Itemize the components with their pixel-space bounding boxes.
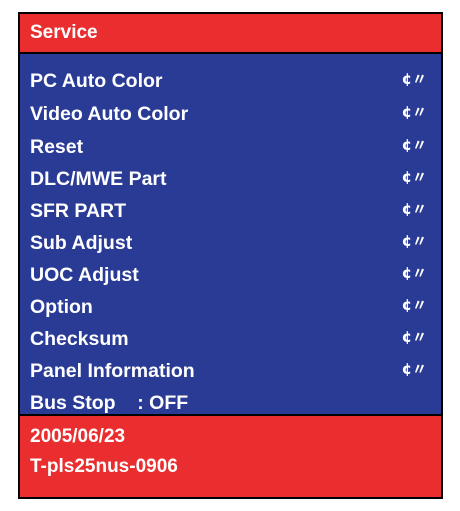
menu-item-panel-information[interactable]: Panel Information ¢〃 — [20, 357, 441, 389]
submenu-arrow-icon: ¢〃 — [401, 296, 427, 314]
submenu-arrow-icon: ¢〃 — [401, 200, 427, 218]
menu-item-label: Video Auto Color — [30, 103, 189, 125]
menu-item-label: Sub Adjust — [30, 232, 133, 254]
menu-item-label: SFR PART — [30, 200, 127, 222]
menu-item-label: Option — [30, 296, 93, 318]
submenu-arrow-icon: ¢〃 — [401, 136, 427, 154]
menu-item-label: DLC/MWE Part — [30, 168, 167, 190]
menu-item-label: UOC Adjust — [30, 264, 139, 286]
submenu-arrow-icon: ¢〃 — [401, 103, 427, 121]
menu-item-pc-auto-color[interactable]: PC Auto Color ¢〃 — [20, 67, 441, 100]
submenu-arrow-icon: ¢〃 — [401, 168, 427, 186]
submenu-arrow-icon: ¢〃 — [401, 70, 427, 88]
firmware-version: T-pls25nus-0906 — [30, 456, 178, 477]
menu-item-label: Panel Information — [30, 360, 195, 382]
menu-title: Service — [30, 22, 98, 43]
firmware-date: 2005/06/23 — [30, 426, 126, 447]
menu-item-checksum[interactable]: Checksum ¢〃 — [20, 325, 441, 357]
submenu-arrow-icon: ¢〃 — [401, 264, 427, 282]
submenu-arrow-icon: ¢〃 — [401, 232, 427, 250]
submenu-arrow-icon: ¢〃 — [401, 360, 427, 378]
menu-item-reset[interactable]: Reset ¢〃 — [20, 133, 441, 165]
menu-header: Service — [20, 14, 441, 54]
menu-item-option[interactable]: Option ¢〃 — [20, 293, 441, 325]
menu-item-label: Bus Stop : OFF — [30, 392, 189, 414]
menu-item-label: PC Auto Color — [30, 70, 163, 92]
menu-item-video-auto-color[interactable]: Video Auto Color ¢〃 — [20, 100, 441, 133]
menu-item-sfr-part[interactable]: SFR PART ¢〃 — [20, 197, 441, 229]
submenu-arrow-icon: ¢〃 — [401, 328, 427, 346]
menu-item-label: Reset — [30, 136, 84, 158]
menu-list: PC Auto Color ¢〃 Video Auto Color ¢〃 Res… — [20, 67, 441, 421]
menu-item-label: Checksum — [30, 328, 129, 350]
menu-item-sub-adjust[interactable]: Sub Adjust ¢〃 — [20, 229, 441, 261]
menu-item-uoc-adjust[interactable]: UOC Adjust ¢〃 — [20, 261, 441, 293]
menu-item-dlc-mwe-part[interactable]: DLC/MWE Part ¢〃 — [20, 165, 441, 197]
menu-footer: 2005/06/23 T-pls25nus-0906 — [20, 414, 441, 497]
service-menu-osd: Service PC Auto Color ¢〃 Video Auto Colo… — [18, 12, 443, 499]
